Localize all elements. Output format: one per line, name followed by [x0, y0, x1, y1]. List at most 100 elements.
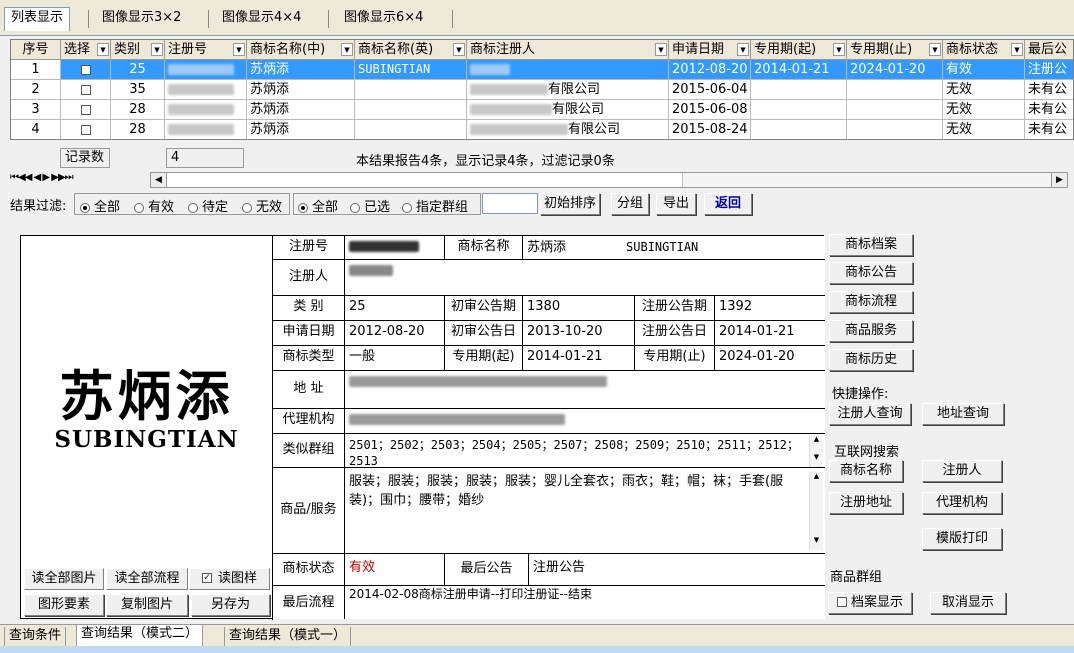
chevron-down-icon[interactable]: ▼	[929, 43, 941, 56]
chevron-down-icon[interactable]: ▼	[97, 43, 109, 56]
row-end	[847, 100, 943, 120]
chevron-down-icon[interactable]: ▼	[233, 43, 245, 56]
tab-image-6x4[interactable]: 图像显示6×4	[338, 8, 429, 30]
filter-pending-radio[interactable]: 待定	[188, 196, 228, 215]
quick-ops-label: 快捷操作:	[832, 387, 889, 402]
col-header-name-cn[interactable]: 商标名称(中) ▼	[247, 40, 355, 60]
chevron-down-icon[interactable]: ▼	[1011, 43, 1023, 56]
archive-display-checkbox[interactable]: 档案显示	[828, 592, 912, 614]
logo-chinese: 苏炳添	[59, 364, 234, 428]
row-select-checkbox[interactable]	[61, 60, 111, 80]
row-owner: 有限公司	[467, 120, 669, 139]
tm-gazette-button[interactable]: 商标公告	[829, 262, 913, 284]
group-button[interactable]: 分组	[611, 193, 649, 215]
chevron-down-icon[interactable]: ▼	[341, 43, 353, 56]
horizontal-scrollbar[interactable]: ◀ ▶	[150, 172, 1068, 188]
col-header-apply-date[interactable]: 申请日期 ▼	[669, 40, 751, 60]
scroll-thumb[interactable]	[167, 173, 683, 187]
row-status: 无效	[943, 100, 1025, 120]
tab-list-view[interactable]: 列表显示	[4, 7, 71, 31]
chevron-down-icon[interactable]: ▼	[655, 43, 667, 56]
col-header-last-pub[interactable]: 最后公	[1025, 40, 1073, 60]
select-chosen-radio[interactable]: 已选	[350, 196, 390, 215]
label-start: 专用期(起)	[445, 346, 523, 371]
tm-archive-button[interactable]: 商标档案	[829, 234, 913, 256]
select-all-radio[interactable]: 全部	[298, 196, 338, 215]
row-seq: 2	[11, 80, 61, 100]
web-address-button[interactable]: 注册地址	[829, 492, 903, 514]
col-header-category[interactable]: 类别 ▼	[111, 40, 165, 60]
chevron-down-icon[interactable]: ▼	[151, 43, 163, 56]
logo-english: SUBINGTIAN	[54, 426, 239, 453]
tab-results-mode-2[interactable]: 查询结果（模式二）	[76, 625, 204, 647]
row-end: 2024-01-20	[847, 60, 943, 80]
row-end	[847, 120, 943, 139]
similar-scrollbar[interactable]: ▲ ▼	[809, 435, 823, 467]
web-tm-name-button[interactable]: 商标名称	[829, 460, 903, 482]
label-similar: 类似群组	[273, 434, 345, 468]
chevron-down-icon[interactable]: ▼	[833, 43, 845, 56]
tab-results-mode-1[interactable]: 查询结果（模式一）	[224, 627, 352, 647]
template-print-button[interactable]: 模版打印	[922, 528, 1002, 550]
web-owner-button[interactable]: 注册人	[922, 460, 1002, 482]
filter-invalid-radio[interactable]: 无效	[242, 196, 282, 215]
tab-query-conditions[interactable]: 查询条件	[4, 627, 67, 647]
row-name-en	[355, 80, 467, 100]
label-reg-no: 注册号	[273, 236, 345, 260]
value-first-pub-no: 1380	[523, 296, 635, 321]
col-header-seq[interactable]: 序号	[11, 40, 61, 60]
cancel-display-button[interactable]: 取消显示	[930, 592, 1006, 614]
read-all-images-button[interactable]: 读全部图片	[24, 568, 104, 590]
filter-all-radio[interactable]: 全部	[80, 196, 120, 215]
export-button[interactable]: 导出	[656, 193, 696, 215]
chevron-down-icon[interactable]: ▼	[453, 43, 465, 56]
owner-query-button[interactable]: 注册人查询	[829, 403, 911, 425]
row-select-checkbox[interactable]	[61, 100, 111, 120]
goods-scrollbar[interactable]: ▲ ▼	[809, 472, 823, 550]
col-header-reg-no[interactable]: 注册号 ▼	[165, 40, 247, 60]
row-name-cn: 苏炳添	[247, 100, 355, 120]
copy-image-button[interactable]: 复制图片	[106, 594, 188, 616]
value-end: 2024-01-20	[715, 346, 825, 371]
scroll-left-icon[interactable]: ◀	[151, 173, 167, 187]
address-query-button[interactable]: 地址查询	[922, 403, 1004, 425]
chevron-down-icon[interactable]: ▼	[737, 43, 749, 56]
results-grid[interactable]: 序号 选择 ▼ 类别 ▼ 注册号 ▼ 商标名称(中) ▼ 商标名称(英) ▼ 商标注册人 ▼…	[10, 39, 1074, 140]
value-first-pub-date: 2013-10-20	[523, 321, 635, 346]
row-last-pub: 注册公	[1025, 60, 1073, 80]
label-goods: 商品/服务	[273, 468, 345, 554]
label-agent: 代理机构	[273, 409, 345, 434]
initial-sort-button[interactable]: 初始排序	[540, 193, 600, 215]
save-as-button[interactable]: 另存为	[191, 594, 270, 616]
col-header-select[interactable]: 选择 ▼	[61, 40, 111, 60]
col-header-name-en[interactable]: 商标名称(英) ▼	[355, 40, 467, 60]
graphic-elements-button[interactable]: 图形要素	[24, 594, 104, 616]
col-header-end[interactable]: 专用期(止) ▼	[847, 40, 943, 60]
col-header-owner[interactable]: 商标注册人 ▼	[467, 40, 669, 60]
value-apply-date: 2012-08-20	[345, 321, 445, 346]
group-input[interactable]	[482, 193, 538, 214]
goods-services-button[interactable]: 商品服务	[829, 320, 913, 342]
select-group-radio[interactable]: 指定群组	[402, 196, 468, 215]
scroll-right-icon[interactable]: ▶	[1051, 173, 1067, 187]
row-last-pub: 未有公	[1025, 100, 1073, 120]
tm-flow-button[interactable]: 商标流程	[829, 291, 913, 313]
col-header-status[interactable]: 商标状态 ▼	[943, 40, 1025, 60]
read-image-checkbox[interactable]: ✓ 读图样	[189, 568, 270, 590]
row-category: 25	[111, 60, 165, 80]
tab-image-3x2[interactable]: 图像显示3×2	[96, 8, 187, 30]
back-button[interactable]: 返回	[704, 193, 752, 215]
filter-valid-radio[interactable]: 有效	[134, 196, 174, 215]
value-tm-name: 苏炳添 SUBINGTIAN	[523, 236, 825, 260]
read-all-flows-button[interactable]: 读全部流程	[106, 568, 188, 590]
tab-image-4x4[interactable]: 图像显示4×4	[216, 8, 307, 30]
result-summary: 本结果报告4条，显示记录4条，过滤记录0条	[356, 154, 615, 169]
col-header-start[interactable]: 专用期(起) ▼	[751, 40, 847, 60]
tm-history-button[interactable]: 商标历史	[829, 349, 913, 371]
record-nav-buttons[interactable]: ⏮◀◀ ◀ ▶ ▶▶⏭	[10, 172, 74, 183]
row-last-pub: 未有公	[1025, 80, 1073, 100]
row-select-checkbox[interactable]	[61, 80, 111, 100]
row-select-checkbox[interactable]	[61, 120, 111, 139]
row-start	[751, 100, 847, 120]
web-agent-button[interactable]: 代理机构	[922, 492, 1002, 514]
